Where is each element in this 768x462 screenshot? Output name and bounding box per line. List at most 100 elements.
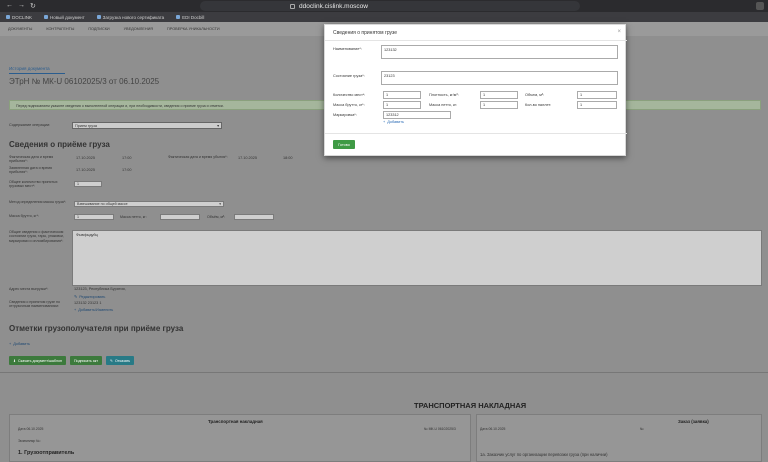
nav-subscriptions[interactable]: Подписки <box>88 27 109 31</box>
edi-icon <box>176 15 181 19</box>
places-label: Общее количество принятых грузовых мест*… <box>9 180 58 189</box>
lock-icon <box>290 3 295 9</box>
tn-right-number: № <box>640 427 644 431</box>
sign-button[interactable]: Подписать акт <box>69 356 102 365</box>
bookmark-edi[interactable]: EDI Docbill <box>176 15 204 20</box>
modal-density-input[interactable]: 1 <box>480 91 518 99</box>
address-url: ddoclink.cislink.moscow <box>299 2 368 10</box>
modal-net-input[interactable]: 1 <box>480 101 518 109</box>
net-label: Масса нетто, кг: <box>120 215 147 219</box>
address-value: 123123, Республика Бурятия, <box>74 287 126 291</box>
modal-state-input[interactable]: 23123 <box>381 71 618 85</box>
actual-arrival-time[interactable]: 17:00 <box>122 156 132 160</box>
modal-volume-label: Объем, м³: <box>525 93 545 97</box>
edit-address-link[interactable]: ✎ Редактировать <box>74 294 105 300</box>
net-input[interactable] <box>160 214 200 220</box>
back-icon[interactable]: ← <box>6 2 13 10</box>
modal-pallets-input[interactable]: 1 <box>577 101 617 109</box>
bookmarks-bar: DOCLINK Новый документ Загрузка нового с… <box>0 12 768 22</box>
refuse-button[interactable]: ✎ Отказать <box>106 356 135 365</box>
nav-documents[interactable]: Документы <box>8 27 32 31</box>
add-mark-link[interactable]: + Добавить <box>9 342 30 346</box>
modal-add-link[interactable]: + Добавить <box>383 120 404 124</box>
modal-name-label: Наименование*: <box>333 47 362 51</box>
modal-pallets-label: Кол-во паллет: <box>525 103 552 107</box>
address-label: Адрес места выгрузки*: <box>9 287 49 291</box>
edit-icon: ✎ <box>110 358 114 363</box>
section-heading-receipt: Сведения о приёме груза <box>9 140 110 149</box>
volume-label: Объём, м³: <box>207 215 226 219</box>
modal-name-input[interactable]: 123132 <box>381 45 618 59</box>
bookmark-doclink[interactable]: DOCLINK <box>6 15 32 20</box>
chevron-down-icon: ▾ <box>217 124 219 128</box>
download-icon: ⬇ <box>13 358 17 363</box>
operation-label: Содержание операции: <box>9 123 51 127</box>
save-button[interactable]: Готово <box>333 140 355 149</box>
add-edit-cargo-link[interactable]: + Добавить/Изменить <box>74 308 113 312</box>
nav-contractors[interactable]: Контрагенты <box>46 27 74 31</box>
browser-title-bar: ← → ↻ ddoclink.cislink.moscow <box>0 0 768 12</box>
modal-state-label: Состояние груза*: <box>333 74 365 78</box>
document-icon <box>44 15 49 19</box>
places-input[interactable]: 1 <box>74 181 102 187</box>
tn-right-date: Дата 06.10.2025 <box>480 427 506 431</box>
nav-uniqueness[interactable]: Проверка уникальности <box>167 27 220 31</box>
modal-footer-divider <box>325 133 627 134</box>
actual-arrival-label: Фактическая дата и время прибытия*: <box>9 155 54 164</box>
bookmark-cert[interactable]: Загрузка нового сертификата <box>96 15 164 20</box>
state-textarea[interactable]: Фывфыдуйц <box>72 230 762 286</box>
download-button[interactable]: ⬇ Скачать документ/шаблон <box>9 356 66 365</box>
tn-right-section: 1а. Заказчик услуг по организации перево… <box>480 452 608 457</box>
operation-select[interactable]: Прием груза ▾ <box>72 122 222 129</box>
modal-header: Сведения о принятом грузе × <box>325 25 627 41</box>
browser-nav: ← → ↻ <box>0 2 36 10</box>
plus-icon: + <box>383 120 386 124</box>
nav-notifications[interactable]: Уведомления <box>124 27 153 31</box>
modal-marking-label: Маркировка*: <box>333 113 357 117</box>
close-icon[interactable]: × <box>617 29 621 35</box>
divider <box>0 372 768 373</box>
breadcrumb[interactable]: История документа <box>9 66 50 71</box>
state-label: Общие сведения о фактическом состоянии г… <box>9 230 64 243</box>
section-heading-marks: Отметки грузополучателя при приёме груза <box>9 324 184 333</box>
planned-arrival-label: Заявленная дата и время прибытия*: <box>9 166 52 175</box>
tn-heading: ТРАНСПОРТНАЯ НАКЛАДНАЯ <box>414 401 527 410</box>
reload-icon[interactable]: ↻ <box>30 2 36 10</box>
tn-left-title: Транспортная накладная <box>208 419 263 424</box>
weight-method-label: Метод определения массы груза*: <box>9 200 67 204</box>
modal-qty-input[interactable]: 1 <box>383 91 421 99</box>
page-title: ЭТрН № МК-U 06102025/3 от 06.10.2025 <box>9 77 160 86</box>
tn-right-title: Заказ (заявка) <box>678 419 709 424</box>
modal-qty-label: Количество мест*: <box>333 93 366 97</box>
cargo-info-value: 123132 23123 1 <box>74 301 102 305</box>
gross-label: Масса брутто, кг*: <box>9 214 39 218</box>
modal-volume-input[interactable]: 1 <box>577 91 617 99</box>
certificate-icon <box>96 15 101 19</box>
tn-left-number: № МК-U 06102025/3 <box>424 427 456 431</box>
doclink-icon <box>6 15 10 19</box>
action-buttons: ⬇ Скачать документ/шаблон Подписать акт ✎… <box>9 356 135 365</box>
modal-marking-input[interactable]: 123312 <box>383 111 451 119</box>
gross-input[interactable]: 1 <box>74 214 114 220</box>
actual-departure-time[interactable]: 18:00 <box>283 156 293 160</box>
volume-input[interactable] <box>234 214 274 220</box>
actual-departure-date[interactable]: 17.10.2025 <box>238 156 257 160</box>
weight-method-select[interactable]: Взвешивание по общей массе ▾ <box>74 201 224 207</box>
plus-icon: + <box>74 308 77 312</box>
bookmark-new-doc[interactable]: Новый документ <box>44 15 85 20</box>
chevron-down-icon: ▾ <box>219 202 221 206</box>
plus-icon: + <box>9 342 12 346</box>
planned-arrival-time[interactable]: 17:00 <box>122 168 132 172</box>
modal-title: Сведения о принятом грузе <box>333 30 398 36</box>
tn-left-date: Дата 06.10.2025 <box>18 427 44 431</box>
address-bar[interactable]: ddoclink.cislink.moscow <box>290 1 530 11</box>
window-menu-icon[interactable] <box>756 2 764 10</box>
pencil-icon: ✎ <box>74 295 78 299</box>
planned-arrival-date[interactable]: 17.10.2025 <box>76 168 95 172</box>
actual-arrival-date[interactable]: 17.10.2025 <box>76 156 95 160</box>
modal-gross-input[interactable]: 1 <box>383 101 421 109</box>
breadcrumb-underline <box>9 73 65 74</box>
modal-gross-label: Масса брутто, кг*: <box>333 103 365 107</box>
forward-icon[interactable]: → <box>18 2 25 10</box>
tn-left-copy: Экземпляр №: <box>18 439 41 443</box>
